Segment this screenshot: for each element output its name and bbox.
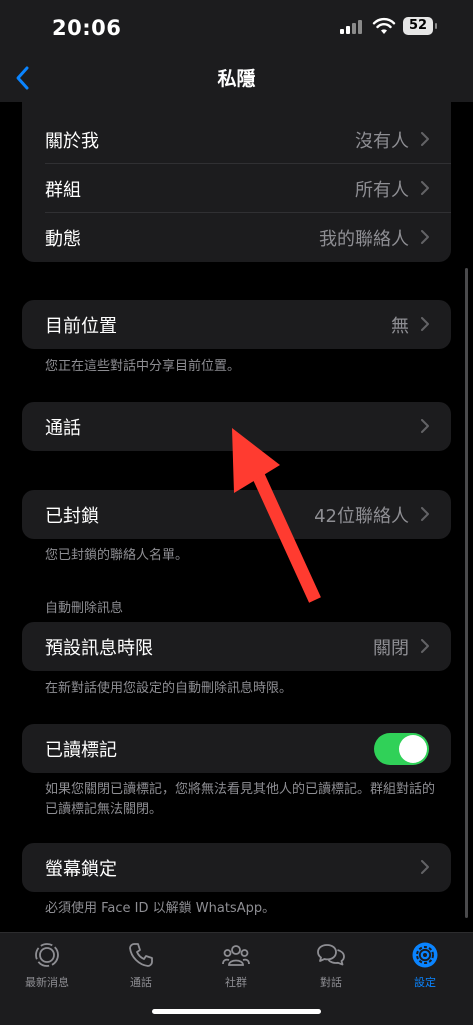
row-value: 我的聯絡人 xyxy=(319,229,409,250)
wifi-icon xyxy=(372,17,396,34)
chevron-right-icon xyxy=(421,317,429,331)
row-label: 目前位置 xyxy=(45,316,117,337)
tab-updates[interactable]: 最新消息 xyxy=(0,937,94,997)
tab-label: 社群 xyxy=(225,976,247,989)
battery-icon: 52 xyxy=(403,17,437,35)
chevron-right-icon xyxy=(421,860,429,874)
navigation-bar: 私隱 xyxy=(0,56,473,102)
row-label: 預設訊息時限 xyxy=(45,638,153,659)
tab-label: 設定 xyxy=(414,976,436,989)
tab-settings[interactable]: 設定 xyxy=(378,937,472,997)
chevron-right-icon xyxy=(421,230,429,244)
tab-label: 最新消息 xyxy=(25,976,69,989)
chevron-right-icon xyxy=(421,507,429,521)
row-value: 無 xyxy=(391,316,409,337)
updates-icon xyxy=(35,943,59,967)
row-label: 已讀標記 xyxy=(45,740,117,761)
row-label: 已封鎖 xyxy=(45,506,99,527)
disappearing-footer: 在新對話使用您設定的自動刪除訊息時限。 xyxy=(45,681,293,696)
row-value: 沒有人 xyxy=(355,131,409,152)
chevron-right-icon xyxy=(421,419,429,433)
scroll-indicator[interactable] xyxy=(465,268,468,918)
chevron-right-icon xyxy=(421,639,429,653)
home-indicator[interactable] xyxy=(152,1009,321,1014)
live-location-footer: 您正在這些對話中分享目前位置。 xyxy=(45,359,241,374)
read-receipts-row: 已讀標記 xyxy=(22,724,451,773)
red-arrow-annotation xyxy=(232,428,321,603)
chevron-right-icon xyxy=(421,181,429,195)
tab-label: 對話 xyxy=(320,976,342,989)
live-location-card: 目前位置 無 xyxy=(22,300,451,349)
privacy-visibility-card: 關於我 沒有人 群組 所有人 動態 我的聯絡人 xyxy=(22,102,451,262)
disappearing-card: 預設訊息時限 關閉 xyxy=(22,622,451,671)
status-row[interactable]: 動態 我的聯絡人 xyxy=(22,213,451,262)
tab-calls[interactable]: 通話 xyxy=(94,937,188,997)
toggle-knob xyxy=(399,735,427,763)
screen-lock-footer: 必須使用 Face ID 以解鎖 WhatsApp。 xyxy=(45,901,276,916)
live-location-row[interactable]: 目前位置 無 xyxy=(22,300,451,349)
row-value: 關閉 xyxy=(373,638,409,659)
read-receipts-footer: 如果您關閉已讀標記，您將無法看見其他人的已讀標記。群組對話的已讀標記無法關閉。 xyxy=(45,782,436,817)
row-label: 群組 xyxy=(45,180,81,201)
row-label: 螢幕鎖定 xyxy=(45,859,117,880)
tab-communities[interactable]: 社群 xyxy=(189,937,283,997)
groups-row[interactable]: 群組 所有人 xyxy=(22,164,451,213)
chats-icon xyxy=(317,944,345,966)
read-receipts-card: 已讀標記 xyxy=(22,724,451,773)
row-label: 關於我 xyxy=(45,131,99,152)
status-time: 20:06 xyxy=(52,16,122,40)
screen-lock-card: 螢幕鎖定 xyxy=(22,843,451,892)
tab-label: 通話 xyxy=(130,976,152,989)
chevron-right-icon xyxy=(421,132,429,146)
community-icon xyxy=(222,945,250,966)
page-title: 私隱 xyxy=(217,68,256,90)
row-label: 動態 xyxy=(45,229,81,250)
default-timer-row[interactable]: 預設訊息時限 關閉 xyxy=(22,622,451,671)
section-header: 自動刪除訊息 xyxy=(45,601,124,616)
cellular-signal-icon xyxy=(340,20,368,34)
settings-icon xyxy=(412,942,438,968)
about-me-row[interactable]: 關於我 沒有人 xyxy=(22,115,451,164)
tab-chats[interactable]: 對話 xyxy=(284,937,378,997)
read-receipts-toggle[interactable] xyxy=(374,733,429,765)
screen-lock-row[interactable]: 螢幕鎖定 xyxy=(22,843,451,892)
phone-icon xyxy=(129,943,153,967)
status-bar: 20:06 52 xyxy=(0,0,473,56)
row-label: 通話 xyxy=(45,418,81,439)
row-value: 所有人 xyxy=(355,180,409,201)
